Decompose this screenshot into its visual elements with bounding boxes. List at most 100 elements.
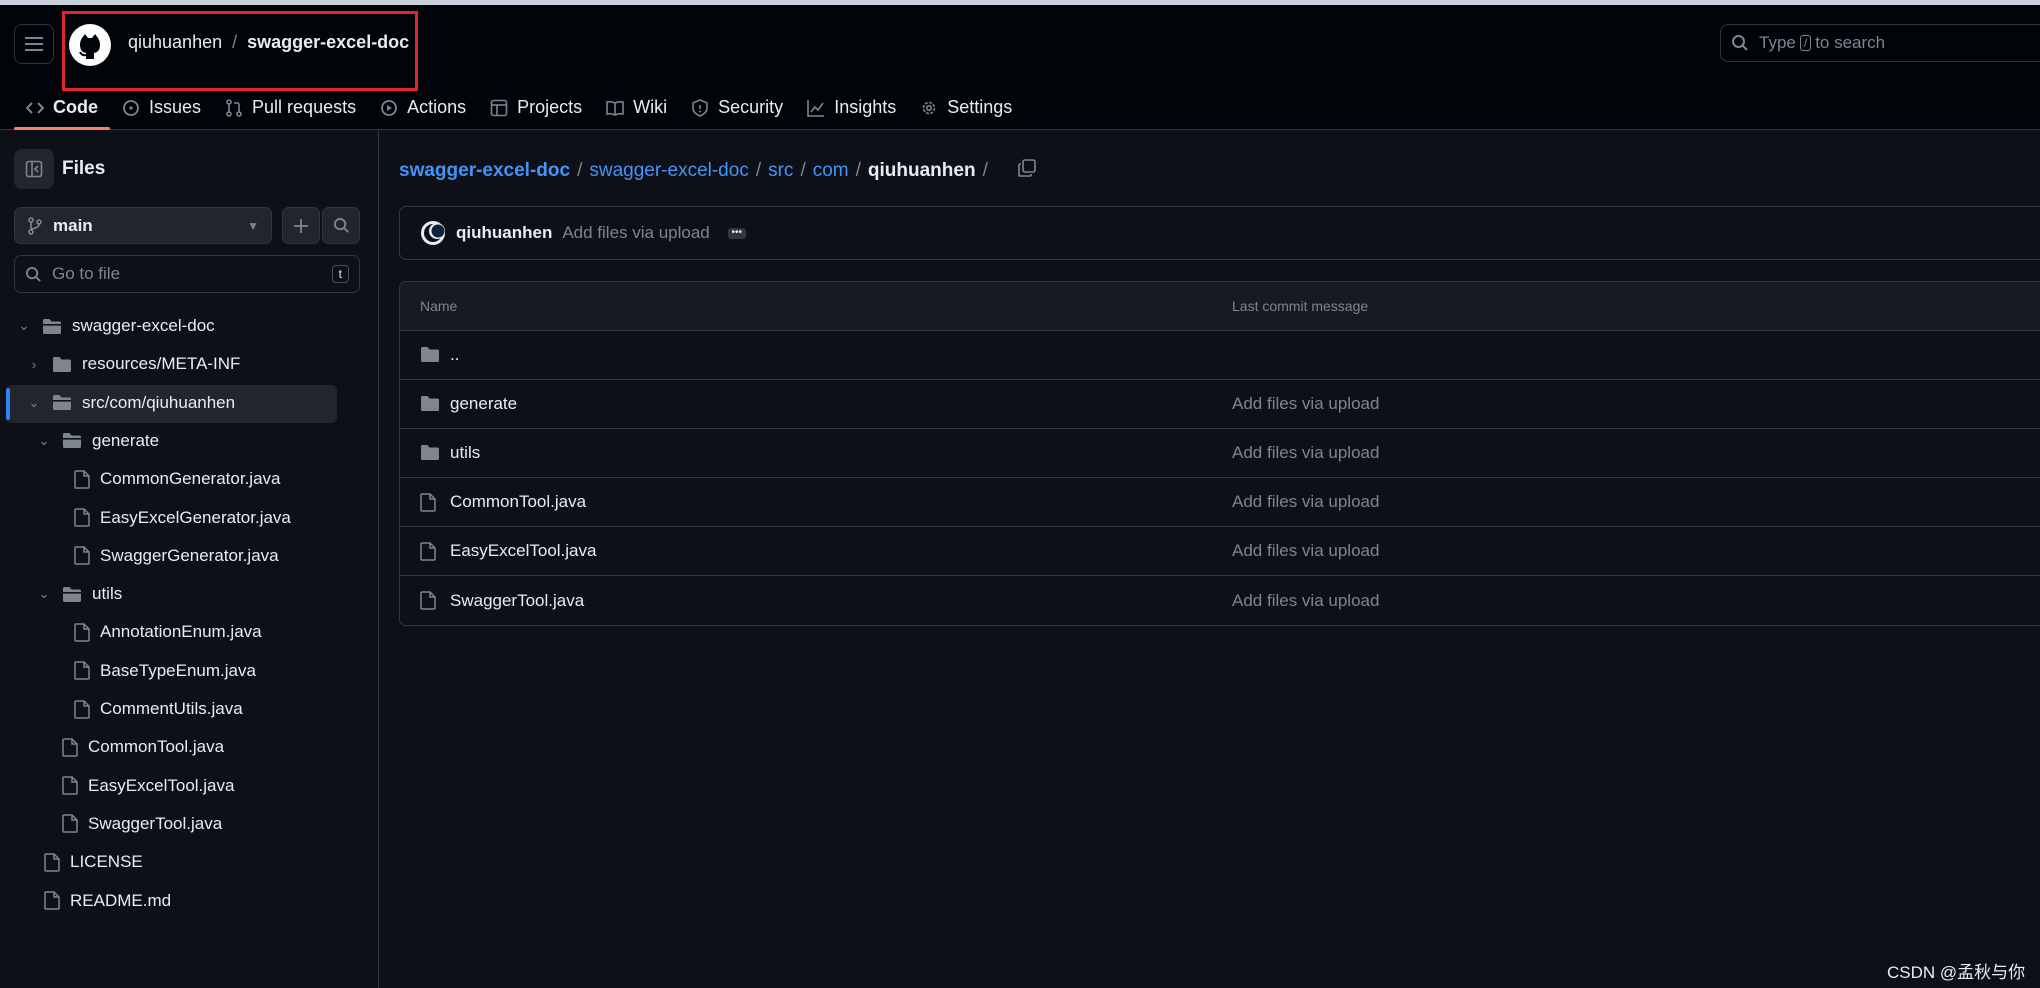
chevron-right-icon[interactable]: ›: [26, 357, 42, 372]
chevron-down-icon[interactable]: ⌄: [16, 318, 32, 334]
avatar[interactable]: [420, 220, 446, 246]
breadcrumb-link-com[interactable]: com: [813, 160, 849, 182]
tab-label: Code: [53, 97, 98, 117]
tab-projects[interactable]: Projects: [478, 85, 594, 130]
table-row[interactable]: utils Add files via upload: [400, 429, 2040, 478]
folder-icon: [421, 445, 439, 460]
repo-tabs: Code Issues Pull requests Actions Projec…: [14, 85, 1024, 130]
tree-item-label: README.md: [70, 890, 172, 910]
tree-file-item[interactable]: CommentUtils.java: [74, 690, 243, 728]
column-header-name: Name: [420, 298, 458, 314]
tab-insights[interactable]: Insights: [795, 85, 908, 130]
breadcrumb-link-repo-root[interactable]: swagger-excel-doc: [399, 160, 570, 182]
tree-folder-item[interactable]: › resources/META-INF: [26, 345, 241, 383]
chevron-down-icon[interactable]: ⌄: [26, 395, 42, 411]
breadcrumb-separator: /: [855, 160, 861, 181]
table-row[interactable]: CommonTool.java Add files via upload: [400, 478, 2040, 527]
tab-wiki[interactable]: Wiki: [594, 85, 679, 130]
tree-item-label: CommonTool.java: [88, 737, 225, 757]
commit-details-button[interactable]: •••: [727, 227, 746, 239]
tree-item-label: BaseTypeEnum.java: [100, 660, 256, 680]
tree-item-label: utils: [92, 584, 123, 604]
csdn-watermark: CSDN @孟秋与你: [1887, 963, 2026, 982]
commit-message-link[interactable]: Add files via upload: [1232, 394, 1379, 414]
latest-commit-bar: qiuhuanhen Add files via upload •••: [399, 206, 2040, 260]
table-row[interactable]: ..: [400, 331, 2040, 380]
breadcrumb: swagger-excel-doc / swagger-excel-doc / …: [399, 158, 1037, 184]
tab-settings[interactable]: Settings: [908, 85, 1024, 130]
file-icon: [74, 546, 90, 566]
branch-icon: [28, 216, 42, 235]
tree-selection-indicator: [6, 388, 10, 420]
tree-folder-item[interactable]: ⌄ generate: [36, 422, 160, 460]
tree-folder-item[interactable]: ⌄ src/com/qiuhuanhen: [26, 384, 236, 422]
row-icon: [420, 591, 436, 615]
file-name-link[interactable]: ..: [450, 345, 459, 365]
breadcrumb-link-src[interactable]: src: [768, 160, 793, 182]
file-icon: [74, 623, 90, 642]
table-icon: [490, 99, 508, 116]
row-icon: [420, 542, 436, 566]
search-files-button[interactable]: [322, 207, 360, 244]
commit-message-link[interactable]: Add files via upload: [1232, 443, 1379, 463]
copy-path-button[interactable]: [1017, 158, 1037, 184]
play-icon: [381, 99, 397, 116]
commit-author-link[interactable]: qiuhuanhen: [456, 223, 552, 243]
tree-file-item[interactable]: BaseTypeEnum.java: [74, 652, 256, 690]
tree-file-item[interactable]: EasyExcelTool.java: [62, 767, 234, 805]
tree-item-label: LICENSE: [70, 852, 143, 872]
tree-file-item[interactable]: SwaggerTool.java: [62, 805, 222, 843]
tree-folder-item[interactable]: ⌄ utils: [36, 575, 123, 613]
annotation-highlight-box: [62, 11, 418, 91]
search-input[interactable]: Type / to search: [1720, 24, 2040, 62]
collapse-sidebar-button[interactable]: [14, 149, 54, 189]
tab-pull-requests[interactable]: Pull requests: [213, 85, 368, 130]
commit-message-link[interactable]: Add files via upload: [1232, 492, 1379, 512]
chevron-down-icon[interactable]: ⌄: [36, 586, 52, 602]
table-row[interactable]: EasyExcelTool.java Add files via upload: [400, 527, 2040, 576]
file-name-link[interactable]: SwaggerTool.java: [450, 591, 584, 611]
tree-item-label: EasyExcelTool.java: [88, 775, 235, 795]
tree-file-item[interactable]: README.md: [44, 882, 171, 920]
file-name-link[interactable]: CommonTool.java: [450, 492, 586, 512]
tree-file-item[interactable]: CommonGenerator.java: [74, 460, 280, 498]
tree-file-item[interactable]: CommonTool.java: [62, 728, 224, 766]
menu-button[interactable]: [14, 24, 54, 64]
commit-message-link[interactable]: Add files via upload: [1232, 591, 1379, 611]
chevron-down-icon[interactable]: ⌄: [36, 433, 52, 449]
file-name-link[interactable]: generate: [450, 394, 517, 414]
branch-selector[interactable]: main ▼: [14, 207, 272, 244]
shield-icon: [692, 98, 708, 117]
tab-code[interactable]: Code: [14, 85, 110, 130]
commit-message-link[interactable]: Add files via upload: [1232, 541, 1379, 561]
copy-icon: [1018, 159, 1036, 177]
table-row[interactable]: generate Add files via upload: [400, 380, 2040, 429]
tab-issues[interactable]: Issues: [110, 85, 213, 130]
add-file-button[interactable]: [282, 207, 320, 244]
tree-file-item[interactable]: AnnotationEnum.java: [74, 613, 262, 651]
branch-name: main: [53, 215, 93, 235]
tab-label: Security: [718, 97, 784, 117]
tree-folder-item[interactable]: ⌄ swagger-excel-doc: [16, 307, 215, 345]
go-to-file-shortcut: t: [331, 265, 349, 283]
tree-item-label: resources/META-INF: [82, 354, 241, 374]
commit-message-link[interactable]: Add files via upload: [562, 223, 709, 243]
table-row[interactable]: SwaggerTool.java Add files via upload: [400, 576, 2040, 625]
tab-label: Issues: [149, 97, 202, 117]
go-to-file-input[interactable]: Go to file t: [14, 255, 360, 293]
files-title: Files: [62, 158, 106, 179]
breadcrumb-link-folder[interactable]: swagger-excel-doc: [589, 160, 748, 182]
breadcrumb-current: qiuhuanhen: [867, 160, 976, 181]
tree-item-label: CommonGenerator.java: [100, 469, 281, 489]
tree-file-item[interactable]: LICENSE: [44, 843, 143, 881]
tree-file-item[interactable]: SwaggerGenerator.java: [74, 537, 279, 575]
file-name-link[interactable]: EasyExcelTool.java: [450, 541, 596, 561]
tree-file-item[interactable]: EasyExcelGenerator.java: [74, 499, 291, 537]
tab-actions[interactable]: Actions: [368, 85, 478, 130]
tab-security[interactable]: Security: [679, 85, 795, 130]
folder-open-icon: [63, 586, 81, 602]
file-name-link[interactable]: utils: [450, 443, 480, 463]
pull-request-icon: [226, 98, 242, 117]
file-icon: [44, 891, 60, 910]
tree-item-label: generate: [92, 430, 160, 450]
